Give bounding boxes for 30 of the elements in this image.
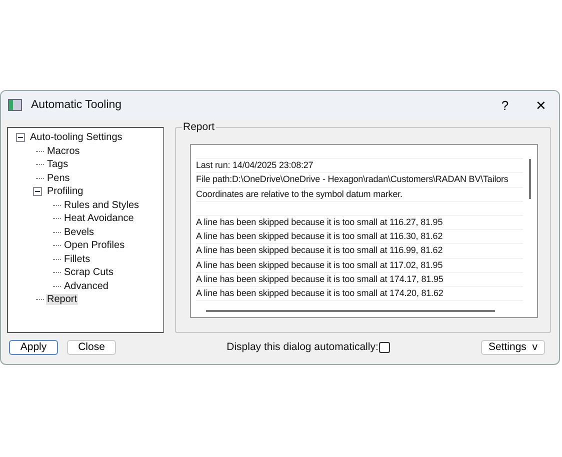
log-line: Coordinates are relative to the symbol datum marker. <box>196 188 523 202</box>
close-button[interactable]: ✕ <box>523 91 559 119</box>
checkbox-label: Display this dialog automatically: <box>226 341 378 353</box>
tree-item[interactable]: Fillets <box>63 254 92 265</box>
tree-item[interactable]: Profiling <box>46 186 84 198</box>
settings-button[interactable]: Settings v <box>481 340 545 354</box>
log-line: A line has been skipped because it is too small at 174.17, 81.95 <box>196 272 523 287</box>
tree-item[interactable]: Auto-tooling Settings <box>29 132 124 144</box>
log-line: A line has been skipped because it is too small at 116.99, 81.62 <box>196 244 523 258</box>
group-title: Report <box>182 121 216 133</box>
tree-item[interactable]: Open Profiles <box>63 240 126 252</box>
tree-item[interactable]: Report <box>46 294 78 306</box>
log-line: File path:D:\OneDrive\OneDrive - Hexagon\radan\Customers\RADAN BV\Tailors <box>196 173 523 188</box>
apply-button[interactable]: Apply <box>9 340 58 354</box>
log-line: A line has been skipped because it is too small at 117.02, 81.95 <box>196 258 523 273</box>
log-line: A line has been skipped because it is too small at 174.20, 81.62 <box>196 286 523 302</box>
tree-item[interactable]: Advanced <box>63 280 110 292</box>
tree-item[interactable]: Tags <box>46 159 70 170</box>
window-title: Automatic Tooling <box>31 99 122 111</box>
tree-item[interactable]: Heat Avoidance <box>63 213 135 224</box>
tree-item[interactable]: Scrap Cuts <box>63 267 114 278</box>
close-button[interactable]: Close <box>67 340 116 354</box>
log-line: A line has been skipped because it is too small at 116.30, 81.62 <box>196 230 523 244</box>
help-button[interactable]: ? <box>487 91 523 119</box>
log-line: Last run: 14/04/2025 23:08:27 <box>196 159 523 174</box>
tree-item[interactable]: Rules and Styles <box>63 200 140 211</box>
tree-item[interactable]: Pens <box>46 172 71 184</box>
tree-item[interactable]: Macros <box>46 146 81 157</box>
tree-item[interactable]: Bevels <box>63 226 96 238</box>
log-line: A line has been skipped because it is too small at 116.27, 81.95 <box>196 216 523 230</box>
